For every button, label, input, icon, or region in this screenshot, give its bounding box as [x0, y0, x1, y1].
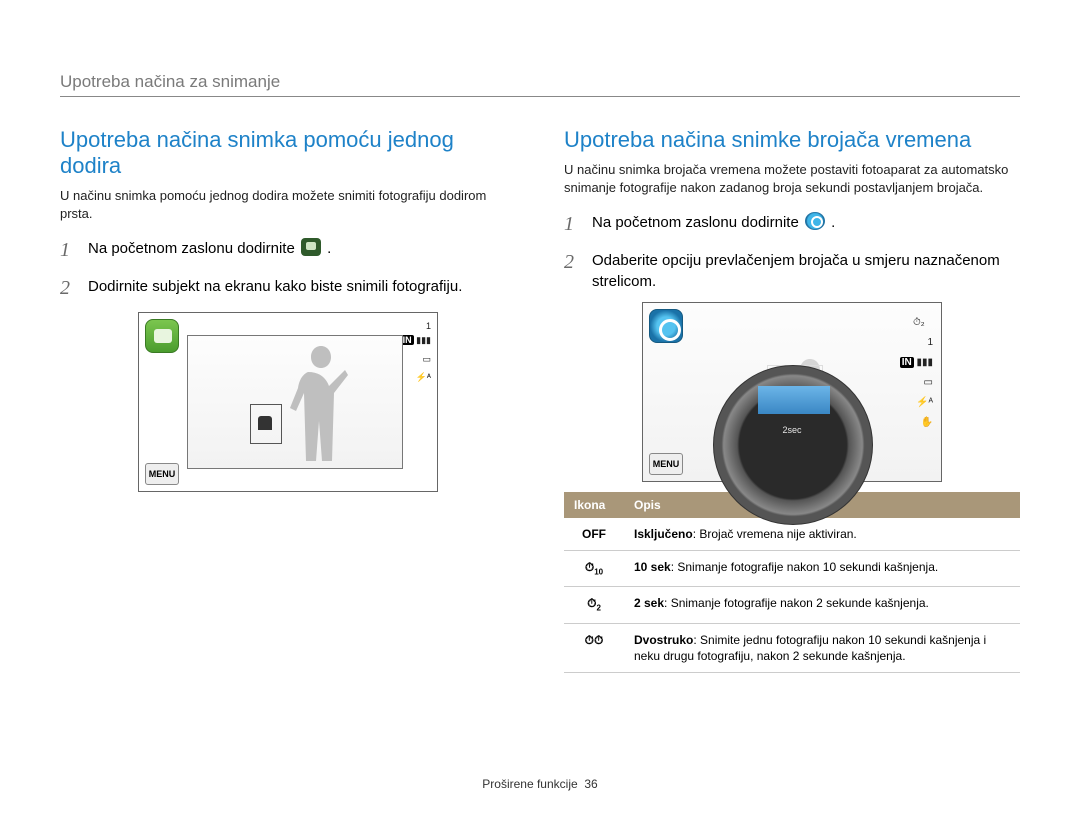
size-icon: ▭: [900, 373, 933, 393]
step-text: Na početnom zaslonu dodirnite .: [592, 210, 835, 233]
step-number: 1: [60, 236, 78, 264]
step-text-pre: Na početnom zaslonu dodirnite: [88, 240, 299, 257]
subject-silhouette-icon: [286, 340, 356, 468]
footer-section: Proširene funkcije: [482, 777, 577, 791]
table-desc-cell: 2 sek: Snimanje fotografije nakon 2 seku…: [624, 587, 1020, 623]
timer-icon: ⏱10: [585, 559, 603, 578]
step-text: Odaberite opciju prevlačenjem brojača u …: [592, 248, 1020, 292]
step-number: 2: [60, 274, 78, 302]
page-number: 36: [584, 777, 597, 791]
table-row: ⏱10 10 sek: Snimanje fotografije nakon 10…: [564, 551, 1020, 587]
menu-button: MENU: [649, 453, 683, 475]
table-desc-cell: Isključeno: Brojač vremena nije aktivira…: [624, 518, 1020, 551]
storage-indicator: IN: [900, 357, 914, 368]
viewfinder: [187, 335, 403, 469]
timer-mode-icon: [805, 212, 825, 230]
table-header-icon: Ikona: [564, 492, 624, 518]
size-icon: ▭: [401, 352, 431, 366]
step-text-post: .: [327, 240, 331, 257]
step-text-pre: Na početnom zaslonu dodirnite: [592, 214, 803, 231]
menu-button: MENU: [145, 463, 179, 485]
stabilizer-icon: ✋: [900, 413, 933, 433]
table-icon-cell: ⏱⏱: [564, 623, 624, 672]
one-touch-mode-icon: [301, 238, 321, 256]
left-column: Upotreba načina snimka pomoću jednog dod…: [60, 127, 516, 673]
viewfinder: 2sec: [643, 303, 941, 481]
divider: [60, 96, 1020, 97]
mode-button-one-touch-icon: [145, 319, 179, 353]
left-step-2: 2 Dodirnite subjekt na ekranu kako biste…: [60, 274, 516, 302]
step-text: Na početnom zaslonu dodirnite .: [88, 236, 331, 259]
intro-left: U načinu snimka pomoću jednog dodira mož…: [60, 187, 516, 222]
table-icon-cell: ⏱10: [564, 551, 624, 587]
table-desc-cell: Dvostruko: Snimite jednu fotografiju nak…: [624, 623, 1020, 672]
right-step-1: 1 Na početnom zaslonu dodirnite .: [564, 210, 1020, 238]
flash-auto-icon: ⚡ᴬ: [401, 370, 431, 384]
touch-finger-icon: [258, 416, 272, 430]
intro-right: U načinu snimka brojača vremena možete p…: [564, 161, 1020, 196]
camera-screen-illustration: 1 IN ▮▮▮ ▭ ⚡ᴬ MENU: [138, 312, 438, 492]
table-desc-cell: 10 sek: Snimanje fotografije nakon 10 se…: [624, 551, 1020, 587]
counter: 1: [401, 319, 431, 333]
section-title-right: Upotreba načina snimke brojača vremena: [564, 127, 1020, 153]
counter: 1: [900, 333, 933, 353]
left-step-1: 1 Na početnom zaslonu dodirnite .: [60, 236, 516, 264]
step-number: 2: [564, 248, 582, 276]
right-column: Upotreba načina snimke brojača vremena U…: [564, 127, 1020, 673]
table-row: ⏱2 2 sek: Snimanje fotografije nakon 2 se…: [564, 587, 1020, 623]
timer-dial: [713, 365, 873, 525]
section-title-left: Upotreba načina snimka pomoću jednog dod…: [60, 127, 516, 179]
table-icon-cell: ⏱2: [564, 587, 624, 623]
timer-double-icon: ⏱⏱: [585, 632, 604, 648]
dial-selected-label: 2sec: [782, 425, 801, 435]
flash-auto-icon: ⚡ᴬ: [900, 393, 933, 413]
status-icons: ⏱₂ 1 IN ▮▮▮ ▭ ⚡ᴬ ✋: [900, 313, 933, 433]
step-number: 1: [564, 210, 582, 238]
page-footer: Proširene funkcije 36: [0, 777, 1080, 791]
two-column-layout: Upotreba načina snimka pomoću jednog dod…: [60, 127, 1020, 673]
step-text-post: .: [831, 214, 835, 231]
camera-screen-illustration: 2sec ⏱₂ 1 IN ▮▮▮ ▭ ⚡ᴬ ✋ MENU: [642, 302, 942, 482]
right-step-2: 2 Odaberite opciju prevlačenjem brojača …: [564, 248, 1020, 292]
chapter-heading: Upotreba načina za snimanje: [60, 72, 1020, 92]
table-icon-cell: OFF: [564, 518, 624, 551]
step-text: Dodirnite subjekt na ekranu kako biste s…: [88, 274, 462, 297]
status-icons: 1 IN ▮▮▮ ▭ ⚡ᴬ: [401, 319, 431, 385]
table-row: ⏱⏱ Dvostruko: Snimite jednu fotografiju n…: [564, 623, 1020, 672]
timer-icon: ⏱2: [587, 595, 601, 614]
mode-button-timer-icon: [649, 309, 683, 343]
